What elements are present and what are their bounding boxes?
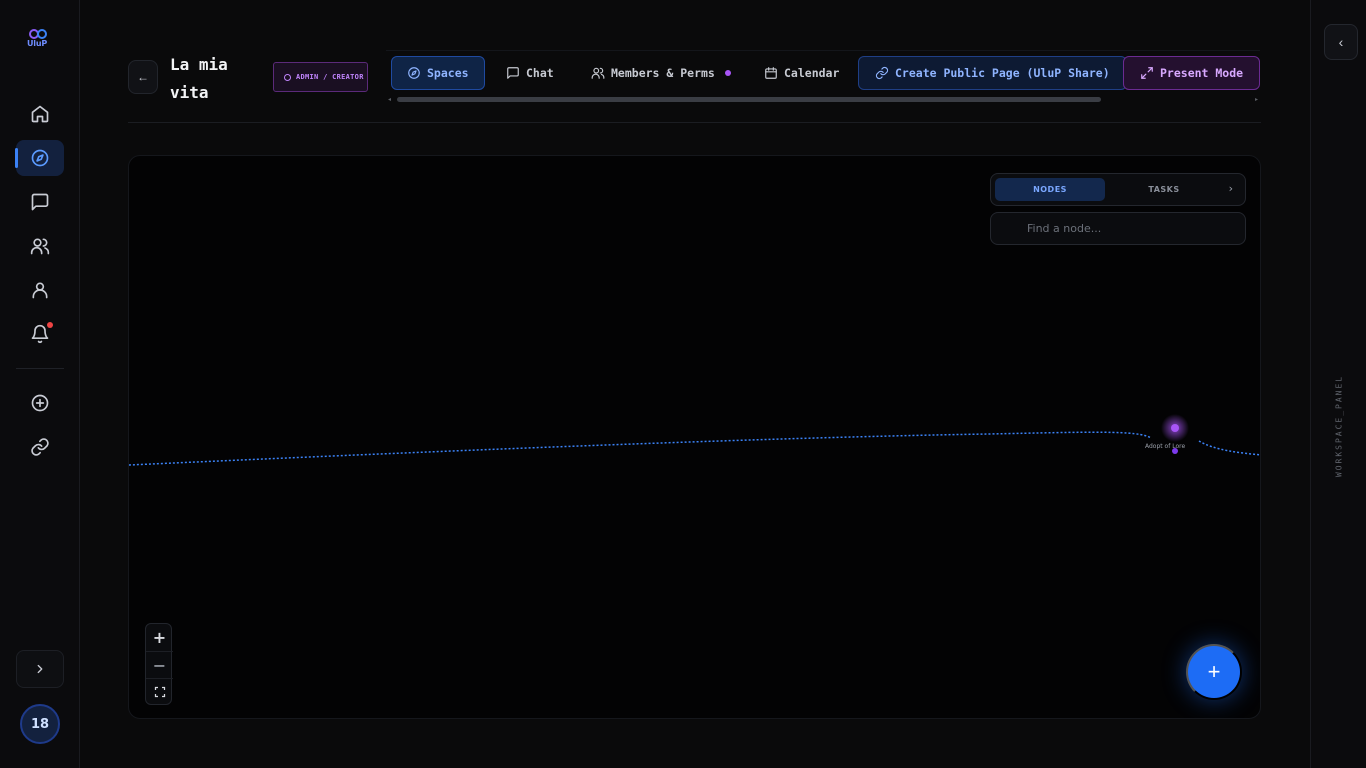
zoom-in-button[interactable]: + <box>146 624 173 651</box>
tab-tasks[interactable]: TASKS <box>1109 178 1219 201</box>
tab-members-perms[interactable]: Members & Perms <box>591 56 731 90</box>
left-sidebar: UluP 18 <box>0 0 80 768</box>
role-badge-label: ADMIN / CREATOR <box>296 72 364 81</box>
sidebar-item-chat[interactable] <box>16 184 64 220</box>
role-circle-icon <box>284 73 291 81</box>
calendar-icon <box>765 67 777 79</box>
tab-chat[interactable]: Chat <box>506 56 554 90</box>
chat-icon <box>31 193 49 211</box>
expand-icon <box>1141 67 1153 79</box>
home-icon <box>31 105 49 123</box>
compass-icon <box>31 149 49 167</box>
compass-icon <box>408 67 420 79</box>
tab-label: Present Mode <box>1160 66 1244 80</box>
back-button[interactable]: ← <box>128 60 158 94</box>
chat-icon <box>507 67 519 79</box>
node-task-switcher: NODES TASKS › <box>990 173 1246 206</box>
sidebar-item-links[interactable] <box>16 429 64 465</box>
role-badge: ADMIN / CREATOR <box>273 62 368 92</box>
tab-label: Members & Perms <box>611 66 715 80</box>
sidebar-divider <box>16 368 64 369</box>
zoom-out-button[interactable]: − <box>146 651 173 678</box>
fit-view-icon <box>154 686 165 698</box>
sidebar-item-groups[interactable] <box>16 228 64 264</box>
sidebar-expand-button[interactable] <box>16 650 64 688</box>
header-divider <box>128 122 1261 123</box>
tab-calendar[interactable]: Calendar <box>764 56 839 90</box>
logo-text: UluP <box>27 39 47 48</box>
user-avatar[interactable]: 18 <box>20 704 60 744</box>
graph-edge <box>129 431 1152 466</box>
search-placeholder: Find a node... <box>1027 222 1102 235</box>
create-public-page-button[interactable]: Create Public Page (UluP Share) <box>858 56 1127 90</box>
scrollbar-thumb[interactable] <box>397 97 1101 102</box>
tab-label: Chat <box>526 66 554 80</box>
workspace-panel-toggle[interactable]: ‹ <box>1324 24 1358 60</box>
user-icon <box>32 282 48 299</box>
node-search-input[interactable]: Find a node... <box>990 212 1246 245</box>
sidebar-item-home[interactable] <box>16 96 64 132</box>
notification-badge <box>47 322 53 328</box>
workspace-panel-label: WORKSPACE_PANEL <box>1334 374 1344 478</box>
sidebar-item-notifications[interactable] <box>16 316 64 352</box>
sidebar-item-explore[interactable] <box>15 140 64 176</box>
page-title: La mia vita <box>170 55 228 102</box>
tabs-scrollbar[interactable]: ◂ ▸ <box>388 96 1258 103</box>
plus-circle-icon <box>31 394 49 412</box>
chevron-right-icon <box>37 664 43 674</box>
graph-canvas[interactable]: Adopt of Lore NODES TASKS › Find a node.… <box>128 155 1261 719</box>
tab-label: Calendar <box>784 66 840 80</box>
app-logo[interactable]: UluP <box>26 28 54 52</box>
users-icon <box>30 238 50 255</box>
scroll-left-icon[interactable]: ◂ <box>388 96 391 103</box>
panel-chevron-icon[interactable]: › <box>1229 182 1233 195</box>
workspace-panel: ‹ WORKSPACE_PANEL <box>1310 0 1366 768</box>
sidebar-item-create[interactable] <box>16 385 64 421</box>
graph-node <box>1171 424 1179 432</box>
tab-nodes[interactable]: NODES <box>995 178 1105 201</box>
users-icon <box>591 67 605 79</box>
node-label[interactable]: Adopt of Lore <box>1145 443 1185 450</box>
tab-notification-dot <box>724 70 731 76</box>
link-icon <box>31 438 49 456</box>
header-tabs: Spaces Chat Members & Perms Calendar Cre… <box>386 50 1261 104</box>
scroll-right-icon[interactable]: ▸ <box>1255 96 1258 103</box>
tab-spaces[interactable]: Spaces <box>391 56 485 90</box>
zoom-controls: + − <box>145 623 173 705</box>
graph-edge <box>1198 440 1260 456</box>
link-icon <box>875 66 889 80</box>
sidebar-item-profile[interactable] <box>16 272 64 308</box>
fit-view-button[interactable] <box>146 678 173 705</box>
present-mode-button[interactable]: Present Mode <box>1123 56 1261 90</box>
add-node-button[interactable]: + <box>1186 644 1242 700</box>
tab-label: Spaces <box>427 66 469 80</box>
tab-label: Create Public Page (UluP Share) <box>895 66 1110 80</box>
